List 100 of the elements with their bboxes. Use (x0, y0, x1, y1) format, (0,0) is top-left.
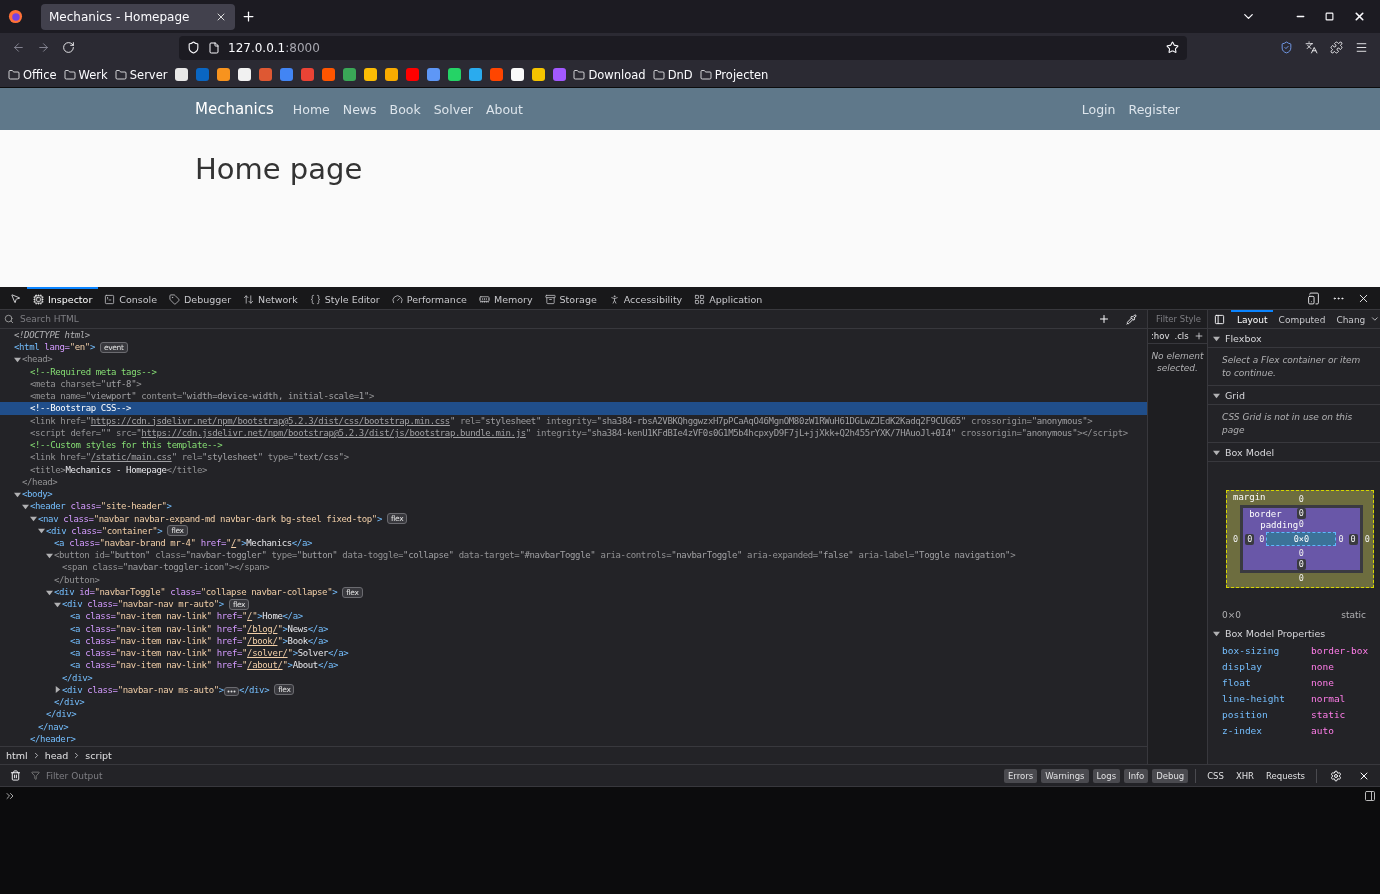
markup-line[interactable]: <a class="nav-item nav-link" href="/solver/">Solver</a> (70, 647, 349, 660)
devtools-tab[interactable]: Console (98, 286, 164, 310)
link[interactable]: /static/main.css (90, 452, 172, 463)
search-field[interactable]: Search HTML (18, 310, 1088, 328)
markup-line[interactable]: <a class="nav-item nav-link" href="/book/">Book</a> (70, 634, 329, 648)
bookmark-folder[interactable]: Server (114, 67, 168, 82)
filter-button[interactable]: Info (1124, 768, 1149, 783)
maximize-button[interactable] (1322, 9, 1337, 24)
filter-button[interactable]: Requests (1262, 768, 1309, 783)
hover-state-button[interactable]: :hov (1151, 331, 1170, 341)
dropdown-icon[interactable] (1370, 314, 1380, 324)
markup-line[interactable]: <!--Bootstrap CSS--> (30, 402, 132, 415)
twisty-icon[interactable] (46, 588, 53, 596)
nav-link[interactable]: Login (1081, 101, 1116, 117)
bookmark-site-icon[interactable] (175, 68, 189, 81)
link[interactable]: /about/ (247, 660, 283, 671)
markup-line[interactable]: </div> (62, 671, 93, 684)
bookmark-site-icon[interactable] (469, 68, 483, 81)
address-field[interactable]: 127.0.0.1:8000 (179, 35, 1187, 60)
markup-line[interactable]: <span class="navbar-toggler-icon"></span> (62, 561, 270, 574)
markup-line[interactable]: <a class="nav-item nav-link" href="/">Home</a> (70, 610, 303, 623)
link[interactable]: /solver/ (247, 648, 288, 659)
filter-button[interactable]: Logs (1092, 768, 1121, 783)
filter-button[interactable]: Errors (1003, 768, 1038, 783)
breadcrumb[interactable]: head (44, 750, 69, 761)
bookmark-site-icon[interactable] (217, 68, 231, 81)
section-title[interactable]: Grid (1225, 389, 1245, 401)
class-button[interactable]: .cls (1174, 331, 1189, 341)
markup-line[interactable]: </button> (54, 573, 100, 586)
markup-line[interactable]: <div class="container"> (46, 524, 163, 537)
twisty-icon[interactable] (14, 356, 21, 364)
link[interactable]: https://cdn.jsdelivr.net/npm/bootstrap@5.2.3/dist/css/bootstrap.min.css (90, 415, 450, 426)
nav-link[interactable]: Home (292, 101, 330, 117)
devtools-tab[interactable]: Accessibility (602, 286, 689, 310)
twisty-icon[interactable] (38, 527, 45, 535)
breadcrumb[interactable]: html (6, 750, 28, 761)
bookmark-folder[interactable]: Office (8, 67, 57, 82)
bookmark-site-icon[interactable] (448, 68, 462, 81)
bookmark-site-icon[interactable] (385, 68, 399, 81)
link[interactable]: /blog/ (247, 623, 278, 634)
shield-icon[interactable] (187, 41, 200, 54)
devtools-tab[interactable]: Storage (538, 286, 603, 310)
markup-line[interactable]: <div class="navbar-nav mr-auto"> (62, 598, 224, 611)
breadcrumb[interactable]: script (85, 750, 112, 761)
twisty-icon[interactable] (1213, 391, 1220, 399)
link[interactable]: https://cdn.jsdelivr.net/npm/bootstrap@5.2.3/dist/js/bootstrap.bundle.min.js (141, 427, 526, 438)
twisty-icon[interactable] (22, 502, 29, 510)
selected-row[interactable]: <!--Bootstrap CSS--> (0, 402, 1147, 415)
markup-line[interactable]: </header> (30, 732, 76, 745)
filter-button[interactable]: XHR (1231, 768, 1259, 783)
markup-line[interactable]: <a class="nav-item nav-link" href="/blog/">News</a> (70, 622, 329, 635)
twisty-icon[interactable] (46, 551, 53, 559)
markup-line[interactable]: <script defer="" src="https://cdn.jsdelivr.net/npm/bootstrap@5.2.3/dist/js/bootstrap.bundle.min.js" integrity="sha384-kenU1KFdBIe4zVF0s0G1M5b4hcpxyD9F7jL+jjXkk+Q2h455rYXK/7HAuoJl+0I4" crossorigin="anonymous"></script> (30, 426, 1128, 440)
link[interactable]: / (247, 611, 253, 622)
nav-link[interactable]: Book (389, 101, 421, 117)
bookmark-folder[interactable]: Werk (63, 67, 108, 82)
markup-line[interactable]: </nav> (38, 720, 69, 733)
bookmark-site-icon[interactable] (511, 68, 525, 81)
markup-line[interactable]: <head> (22, 353, 53, 366)
devtools-tab[interactable]: Performance (385, 286, 473, 310)
nav-link[interactable]: About (486, 101, 523, 117)
extensions-button[interactable] (1327, 38, 1346, 57)
site-brand[interactable]: Mechanics (195, 100, 274, 118)
markup-line[interactable]: <html lang="en"> (14, 341, 95, 354)
markup-line[interactable]: <button id="button" class="navbar-toggler" type="button" data-toggle="collapse" data-target="#navbarToggle" aria-controls="navbarToggle" aria-expanded="false" aria-label="Toggle navigation"> (54, 549, 1016, 562)
sidebar-tab[interactable]: Chang (1330, 310, 1371, 328)
devtools-tab[interactable]: Memory (472, 286, 539, 310)
bookmark-folder[interactable]: Projecten (699, 67, 769, 82)
twisty-icon[interactable] (30, 515, 37, 523)
markup-line[interactable]: <a class="nav-item nav-link" href="/about/">About</a> (70, 659, 339, 672)
devtools-tab[interactable]: Style Editor (303, 286, 386, 310)
markup-line[interactable]: <header class="site-header"> (30, 500, 172, 513)
devtools-tab[interactable]: Debugger (163, 286, 238, 310)
sidebar-tab[interactable]: Layout (1231, 310, 1273, 328)
markup-line[interactable]: <nav class="navbar navbar-expand-md navbar-dark bg-steel fixed-top"> (38, 512, 382, 525)
markup-line[interactable]: <div id="navbarToggle" class="collapse navbar-collapse"> (54, 585, 338, 599)
twisty-icon[interactable] (14, 490, 21, 498)
twisty-icon[interactable] (1213, 334, 1220, 342)
markup-line[interactable]: <link href="https://cdn.jsdelivr.net/npm/bootstrap@5.2.3/dist/css/bootstrap.min.css" rel="stylesheet" integrity="sha384-rbsA2VBKQhggwzxH7pPCaAqO46MgnOM80zW1RWuH61DGLwZJEdK2Kadq2F9CUG65" crossorigin="anonymous"> (30, 414, 1093, 427)
bookmark-folder[interactable]: Download (573, 67, 646, 82)
twisty-icon[interactable] (1213, 448, 1220, 456)
split-console-icon[interactable] (1364, 790, 1376, 802)
markup-line[interactable]: <a class="navbar-brand mr-4" href="/">Mechanics</a> (54, 537, 313, 550)
markup-line[interactable]: <!--Required meta tags--> (30, 365, 157, 378)
nav-link[interactable]: Solver (433, 101, 473, 117)
browser-tab[interactable]: Mechanics - Homepage (41, 3, 235, 30)
devtools-tab[interactable]: Inspector (27, 286, 99, 310)
markup-line[interactable]: <!--Custom styles for this template--> (30, 439, 223, 452)
markup-line[interactable]: </head> (22, 475, 58, 489)
sidebar-tab[interactable]: Computed (1272, 310, 1331, 328)
devtools-tab[interactable]: Network (237, 286, 304, 310)
link[interactable]: / (231, 538, 237, 548)
prompt-icon[interactable] (4, 790, 16, 802)
section-title[interactable]: Box Model (1225, 446, 1275, 458)
markup-line[interactable]: <!DOCTYPE html> (14, 329, 90, 342)
markup-line[interactable]: <link href="/static/main.css" rel="stylesheet" type="text/css"> (30, 451, 349, 464)
bookmark-star-icon[interactable] (1166, 41, 1179, 54)
markup-line[interactable]: <div class="navbar-nav ms-auto"> </div> (62, 683, 270, 697)
filter-button[interactable]: Warnings (1041, 768, 1089, 783)
nav-link[interactable]: Register (1128, 101, 1180, 117)
